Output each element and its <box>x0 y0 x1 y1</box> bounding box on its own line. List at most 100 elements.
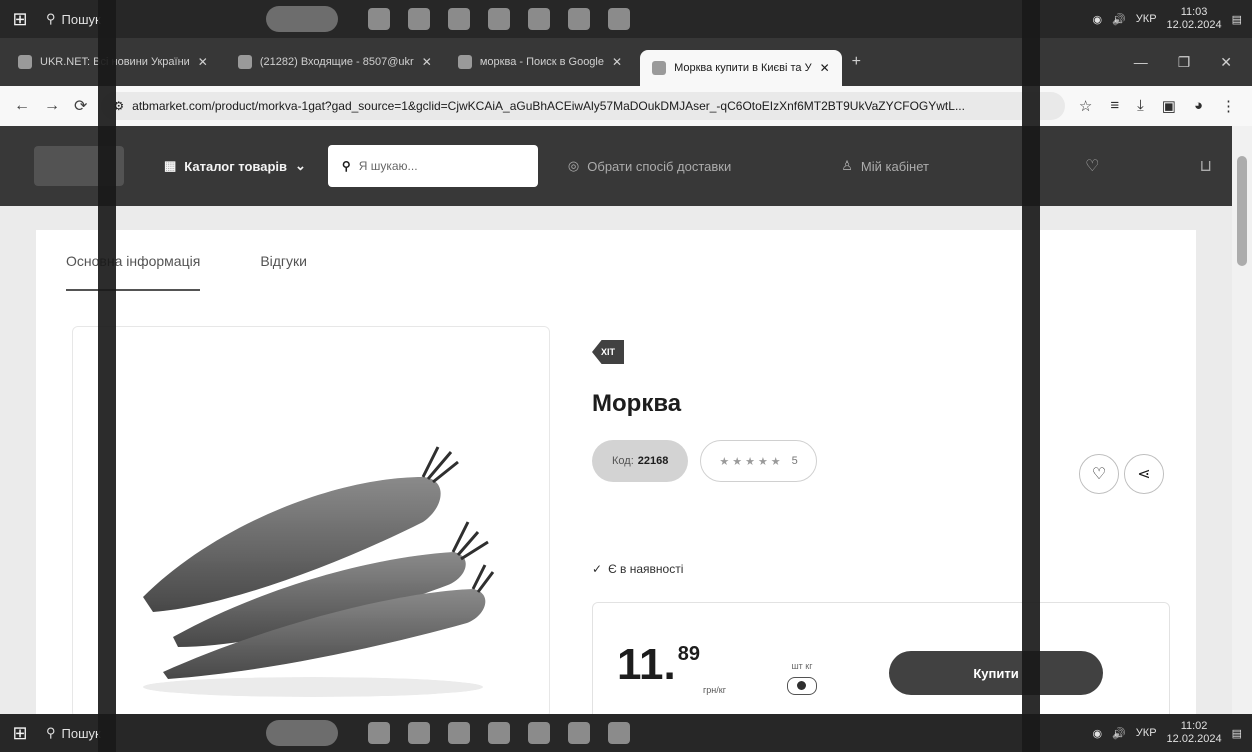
forward-icon[interactable]: → <box>44 97 60 115</box>
word-icon[interactable] <box>608 8 630 30</box>
search-placeholder: Я шукаю... <box>358 159 418 173</box>
chevron-down-icon: ⌄ <box>295 158 306 173</box>
close-icon[interactable]: ✕ <box>820 61 830 75</box>
delivery-label: Обрати спосіб доставки <box>587 158 732 174</box>
chrome-icon[interactable] <box>408 722 430 744</box>
heart-icon[interactable]: ♡ <box>1085 156 1099 176</box>
tab-atb-product[interactable]: Морква купити в Києві та У ✕ <box>640 50 842 86</box>
user-icon: ♙ <box>841 158 853 173</box>
taskbar-search-label: Пошук <box>61 11 101 27</box>
address-toolbar: ← → ⟳ ⚙ atbmarket.com/product/morkva-1ga… <box>0 86 1252 126</box>
close-window-icon[interactable]: ✕ <box>1220 54 1232 71</box>
taskbar-search[interactable]: ⚲ Пошук <box>46 718 226 748</box>
tray-clock[interactable]: 11:02 12.02.2024 <box>1167 720 1222 746</box>
bookmark-star-icon[interactable]: ☆ <box>1079 97 1092 115</box>
scan-streak-right <box>1022 0 1040 752</box>
task-view-icon[interactable] <box>368 722 390 744</box>
product-tabs: Основна інформація Відгуки <box>44 230 307 292</box>
catalog-button[interactable]: ▦ Каталог товарів ⌄ <box>164 158 306 174</box>
mail-icon[interactable] <box>528 722 550 744</box>
chrome-icon[interactable] <box>408 8 430 30</box>
task-view-icon[interactable] <box>368 8 390 30</box>
minimize-icon[interactable]: — <box>1134 54 1148 71</box>
close-icon[interactable]: ✕ <box>612 55 622 69</box>
delivery-selector[interactable]: ◎ Обрати спосіб доставки <box>568 158 731 174</box>
excel-icon[interactable] <box>568 722 590 744</box>
maximize-icon[interactable]: ❐ <box>1178 54 1191 71</box>
price-box: 11. 89 грн/кг шт кг Купити <box>592 602 1170 720</box>
search-input[interactable]: ⚲ Я шукаю... <box>327 145 538 187</box>
tab-main-info[interactable]: Основна інформація <box>66 253 201 291</box>
reload-icon[interactable]: ⟳ <box>74 96 87 116</box>
share-button[interactable]: ⋖ <box>1124 454 1164 494</box>
rating-button[interactable]: ★★★★★ 5 <box>700 440 817 482</box>
page-scrollbar[interactable] <box>1232 126 1252 714</box>
calculator-icon[interactable] <box>448 8 470 30</box>
notifications-icon[interactable]: ▤ <box>1232 727 1242 740</box>
sidepanel-icon[interactable]: ▣ <box>1162 97 1176 115</box>
windows-start-icon[interactable]: ⊞ <box>0 714 40 752</box>
network-icon[interactable]: ◉ <box>1092 13 1102 26</box>
menu-dots-icon[interactable]: ⋮ <box>1221 97 1236 115</box>
windows-start-icon[interactable]: ⊞ <box>0 0 40 38</box>
hit-badge: ХІТ <box>592 340 624 364</box>
notifications-icon[interactable]: ▤ <box>1232 13 1242 26</box>
clock-date: 12.02.2024 <box>1166 19 1222 31</box>
account-link[interactable]: ♙ Мій кабінет <box>841 158 929 174</box>
taskbar-search-label: Пошук <box>61 725 101 741</box>
mail-favicon-icon <box>237 55 252 69</box>
code-label: Код: <box>612 455 634 467</box>
download-icon[interactable]: ⤓ <box>1137 97 1144 115</box>
back-icon[interactable]: ← <box>14 97 30 115</box>
price: 11. 89 <box>617 643 700 687</box>
calculator-icon[interactable] <box>448 722 470 744</box>
os-taskbar-bottom: ⊞ ⚲ Пошук ◉ 🔊 УКР 11:02 12.02.2024 ▤ <box>0 714 1252 752</box>
taskbar-search[interactable]: ⚲ Пошук <box>46 4 226 34</box>
store-icon[interactable] <box>488 8 510 30</box>
close-icon[interactable]: ✕ <box>422 55 432 69</box>
location-pin-icon: ◎ <box>567 158 580 173</box>
new-tab-icon[interactable]: + <box>852 53 861 71</box>
check-circle-icon: ✓ <box>592 562 603 576</box>
tab-mail[interactable]: (21282) Входящие - 8507@ukr ✕ <box>226 45 440 79</box>
mail-icon[interactable] <box>528 8 550 30</box>
grid-icon: ▦ <box>164 158 177 173</box>
unit-switch[interactable] <box>787 677 817 695</box>
cortana-icon[interactable] <box>266 720 338 746</box>
store-icon[interactable] <box>488 722 510 744</box>
unit-toggle[interactable]: шт кг <box>787 661 817 695</box>
search-icon: ⚲ <box>46 725 56 740</box>
cabinet-label: Мій кабінет <box>860 158 929 174</box>
clock-date: 12.02.2024 <box>1166 733 1222 745</box>
stock-text: Є в наявності <box>608 562 684 576</box>
tray-clock[interactable]: 11:03 12.02.2024 <box>1167 6 1222 32</box>
url-text: atbmarket.com/product/morkva-1gat?gad_so… <box>132 99 965 113</box>
tab-reviews[interactable]: Відгуки <box>260 253 307 269</box>
profile-avatar-icon[interactable]: ◕ <box>1194 97 1203 115</box>
volume-icon[interactable]: 🔊 <box>1112 13 1126 26</box>
product-image[interactable] <box>72 326 550 718</box>
search-icon: ⚲ <box>341 159 351 173</box>
tray-lang[interactable]: УКР <box>1136 13 1157 25</box>
network-icon[interactable]: ◉ <box>1092 727 1102 740</box>
stock-status: ✓ Є в наявності <box>592 562 1192 576</box>
excel-icon[interactable] <box>568 8 590 30</box>
share-icon: ⋖ <box>1137 466 1151 483</box>
reading-list-icon[interactable]: ≡ <box>1110 97 1119 115</box>
url-field[interactable]: ⚙ atbmarket.com/product/morkva-1gat?gad_… <box>101 92 1065 120</box>
tab-label: (21282) Входящие - 8507@ukr <box>259 56 414 68</box>
tray-lang[interactable]: УКР <box>1136 727 1157 739</box>
carrot-image <box>143 446 495 697</box>
google-favicon-icon <box>457 55 472 69</box>
close-icon[interactable]: ✕ <box>198 55 208 69</box>
search-icon: ⚲ <box>46 11 56 26</box>
word-icon[interactable] <box>608 722 630 744</box>
cart-icon[interactable]: ⊔ <box>1200 156 1212 176</box>
tab-google[interactable]: морква - Поиск в Google ✕ <box>446 45 634 79</box>
volume-icon[interactable]: 🔊 <box>1112 727 1126 740</box>
unit-toggle-label: шт кг <box>791 661 813 671</box>
scroll-thumb[interactable] <box>1237 156 1247 266</box>
add-to-favorites-button[interactable]: ♡ <box>1079 454 1119 494</box>
buy-button[interactable]: Купити <box>889 651 1103 695</box>
cortana-icon[interactable] <box>266 6 338 32</box>
